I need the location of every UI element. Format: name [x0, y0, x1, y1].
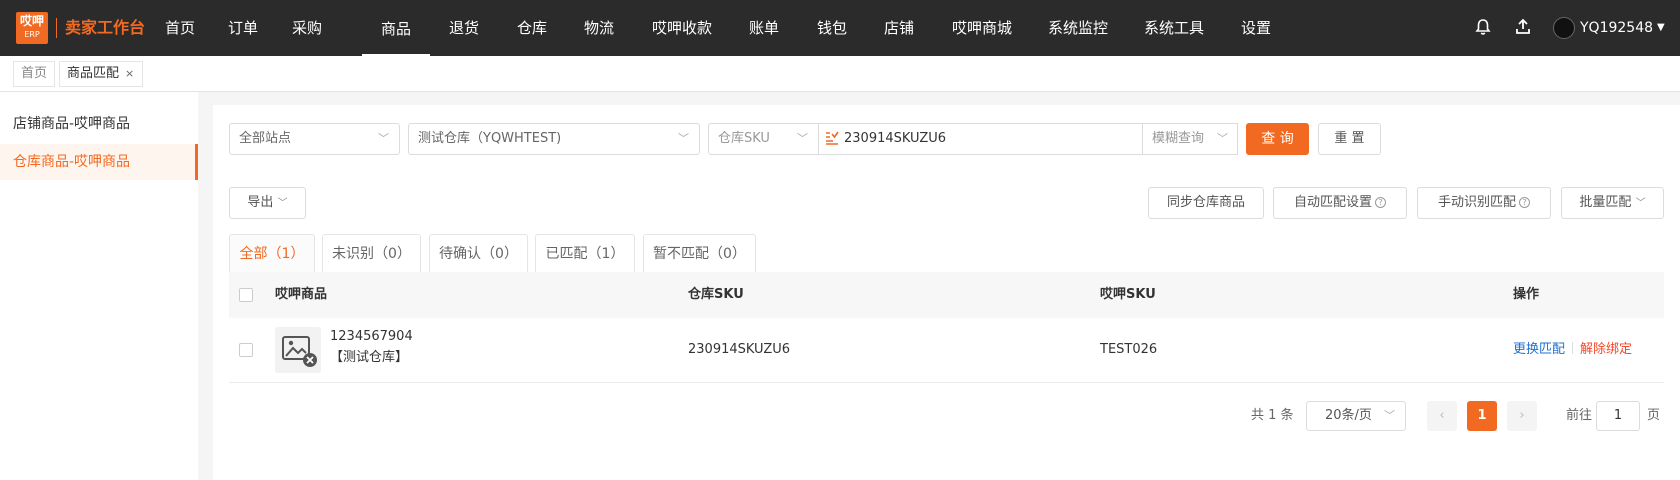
close-icon[interactable]: ×: [125, 67, 134, 80]
sku-search-group: 230914SKUZU6 模糊查询 ﹀: [818, 123, 1238, 155]
tab-product-match[interactable]: 商品匹配 ×: [59, 61, 144, 87]
product-image-placeholder-icon: [275, 327, 321, 373]
user-name[interactable]: YQ192548: [1580, 18, 1653, 38]
top-navbar: 哎呷 ERP 卖家工作台 首页 订单 采购 商品 退货 仓库 物流 哎呷收款 账…: [0, 0, 1680, 56]
chevron-left-icon: ‹: [1439, 408, 1445, 423]
nav-item-payments[interactable]: 哎呷收款: [652, 0, 712, 56]
change-match-link[interactable]: 更换匹配: [1513, 342, 1565, 357]
export-button[interactable]: 导出 ﹀: [229, 187, 306, 219]
nav-item-home[interactable]: 首页: [165, 0, 195, 56]
nav-item-wallet[interactable]: 钱包: [817, 0, 847, 56]
sync-warehouse-products-button[interactable]: 同步仓库商品: [1148, 187, 1264, 219]
nav-item-monitoring[interactable]: 系统监控: [1048, 0, 1108, 56]
page-size-value: 20条/页: [1325, 408, 1372, 423]
chevron-down-icon: ﹀: [378, 132, 389, 145]
page-tab-strip: [0, 56, 1680, 92]
help-icon: ?: [1375, 197, 1386, 208]
unbind-link[interactable]: 解除绑定: [1580, 342, 1632, 357]
notification-bell-icon[interactable]: [1473, 18, 1493, 38]
select-all-checkbox[interactable]: [239, 288, 253, 302]
batch-match-button[interactable]: 批量匹配 ﹀: [1561, 187, 1664, 219]
pagination-total: 共 1 条: [1251, 408, 1294, 423]
nav-item-settings[interactable]: 设置: [1241, 0, 1271, 56]
nav-item-tools[interactable]: 系统工具: [1144, 0, 1204, 56]
table-row: 1234567904 【测试仓库】 230914SKUZU6 TEST026 更…: [229, 318, 1664, 383]
goto-label: 前往: [1566, 408, 1593, 423]
match-mode-value: 模糊查询: [1152, 131, 1205, 146]
manual-match-button[interactable]: 手动识别匹配?: [1417, 187, 1551, 219]
sidebar-item-store-products[interactable]: 店铺商品-哎呷商品: [0, 106, 198, 142]
header-aiya-sku: 哎呷SKU: [1100, 287, 1156, 302]
logo-text-main: 哎呷: [19, 14, 44, 28]
page-suffix: 页: [1647, 408, 1661, 423]
warehouse-select[interactable]: 测试仓库（YQWHTEST) ﹀: [408, 123, 700, 155]
chevron-down-icon: ﹀: [1384, 409, 1395, 422]
goto-page-input[interactable]: 1: [1596, 401, 1640, 431]
avatar[interactable]: [1553, 17, 1575, 39]
nav-item-logistics[interactable]: 物流: [584, 0, 614, 56]
batch-match-label: 批量匹配: [1579, 195, 1632, 210]
sku-search-input[interactable]: 230914SKUZU6: [844, 124, 946, 154]
nav-item-purchase[interactable]: 采购: [292, 0, 322, 56]
help-icon: ?: [1519, 197, 1530, 208]
match-mode-select[interactable]: 模糊查询 ﹀: [1142, 124, 1238, 154]
prev-page-button[interactable]: ‹: [1427, 401, 1457, 431]
nav-item-warehouse[interactable]: 仓库: [517, 0, 547, 56]
chevron-down-icon: ﹀: [678, 132, 689, 145]
site-select[interactable]: 全部站点 ﹀: [229, 123, 400, 155]
nav-item-returns[interactable]: 退货: [449, 0, 479, 56]
nav-item-products[interactable]: 商品: [362, 0, 430, 56]
logo-divider: [56, 18, 57, 38]
manual-match-label: 手动识别匹配: [1437, 195, 1516, 210]
user-menu-caret-icon[interactable]: ▼: [1657, 18, 1665, 38]
chevron-down-icon: ﹀: [1635, 198, 1646, 209]
header-warehouse-sku: 仓库SKU: [688, 287, 744, 302]
tab-not-matched[interactable]: 暂不匹配（0）: [643, 234, 756, 272]
nav-item-stores[interactable]: 店铺: [884, 0, 914, 56]
warehouse-select-value: 测试仓库（YQWHTEST): [418, 131, 562, 146]
logo-text-sub: ERP: [24, 30, 40, 39]
product-warehouse-tag: 【测试仓库】: [330, 350, 409, 365]
action-divider: [1572, 342, 1574, 354]
auto-match-settings-button[interactable]: 自动匹配设置?: [1273, 187, 1407, 219]
tab-all[interactable]: 全部（1）: [229, 234, 315, 272]
page-1-button[interactable]: 1: [1467, 401, 1497, 431]
query-button[interactable]: 查 询: [1246, 123, 1309, 155]
tab-pending[interactable]: 待确认（0）: [429, 234, 528, 272]
tab-matched[interactable]: 已匹配（1）: [535, 234, 635, 272]
chevron-down-icon: ﹀: [797, 132, 808, 145]
export-button-label: 导出: [247, 195, 274, 210]
warehouse-sku-cell: 230914SKUZU6: [688, 342, 791, 357]
batch-search-icon[interactable]: [825, 131, 841, 147]
auto-match-settings-label: 自动匹配设置: [1293, 195, 1372, 210]
sku-type-select[interactable]: 仓库SKU ﹀: [708, 123, 819, 155]
sidebar-item-warehouse-products[interactable]: 仓库商品-哎呷商品: [0, 144, 198, 180]
tab-product-match-label: 商品匹配: [67, 66, 120, 81]
logo-icon[interactable]: 哎呷 ERP: [16, 12, 48, 44]
tab-home[interactable]: 首页: [13, 61, 56, 87]
sku-type-select-value: 仓库SKU: [718, 131, 770, 146]
nav-item-orders[interactable]: 订单: [228, 0, 258, 56]
table-header: 哎呷商品 仓库SKU 哎呷SKU 操作: [229, 272, 1664, 318]
page-size-select[interactable]: 20条/页 ﹀: [1306, 401, 1406, 431]
nav-item-mall[interactable]: 哎呷商城: [952, 0, 1012, 56]
app-title: 卖家工作台: [65, 18, 146, 37]
tab-unrecognized[interactable]: 未识别（0）: [322, 234, 421, 272]
header-actions: 操作: [1513, 287, 1540, 302]
reset-button[interactable]: 重 置: [1318, 123, 1381, 155]
nav-item-bills[interactable]: 账单: [749, 0, 779, 56]
product-id: 1234567904: [330, 329, 413, 344]
header-product: 哎呷商品: [275, 287, 328, 302]
row-checkbox[interactable]: [239, 343, 253, 357]
site-select-value: 全部站点: [239, 131, 292, 146]
chevron-right-icon: ›: [1519, 408, 1525, 423]
chevron-down-icon: ﹀: [1217, 132, 1228, 145]
aiya-sku-cell: TEST026: [1100, 342, 1158, 357]
row-actions: 更换匹配 解除绑定: [1513, 318, 1632, 382]
upload-icon[interactable]: [1513, 18, 1533, 38]
chevron-down-icon: ﹀: [277, 198, 288, 209]
next-page-button[interactable]: ›: [1507, 401, 1537, 431]
